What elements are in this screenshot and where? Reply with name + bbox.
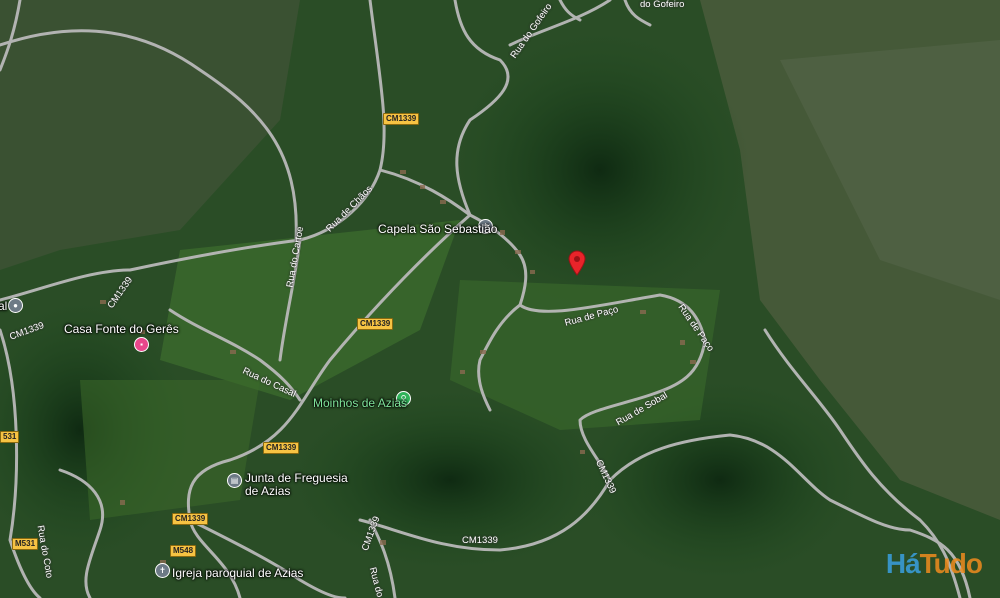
place-label-junta-line2[interactable]: de Azias [245, 484, 290, 498]
brand-part-2: Tudo [919, 548, 983, 579]
road-shield: CM1339 [263, 442, 300, 454]
road-shield: 531 [0, 431, 20, 443]
street-label: do Gofeiro [640, 0, 685, 10]
place-label-capela[interactable]: Capela São Sebastião [378, 222, 497, 236]
location-pin-icon[interactable] [568, 250, 586, 276]
road-shield: M548 [170, 545, 197, 557]
hatudo-watermark: HáTudo [885, 548, 983, 580]
road-shield: M531 [12, 538, 39, 550]
place-label-junta[interactable]: Junta de Freguesia [245, 471, 348, 485]
satellite-map[interactable]: CM1339 CM1339 CM1339 CM1339 M548 M531 53… [0, 0, 1000, 598]
church-icon[interactable]: ✝ [155, 563, 170, 578]
road-shield-label: CM1339 [462, 535, 498, 546]
place-icon[interactable]: ● [8, 298, 23, 313]
city-hall-icon[interactable]: ▤ [227, 473, 242, 488]
lodging-icon[interactable]: ▪ [134, 337, 149, 352]
place-label-casa-fonte[interactable]: Casa Fonte do Gerês [64, 322, 179, 336]
place-label-moinhos[interactable]: Moinhos de Azias [313, 396, 407, 410]
place-label-cut[interactable]: al [0, 299, 7, 313]
road-shield: CM1339 [357, 318, 394, 330]
road-shield: CM1339 [383, 113, 420, 125]
road-shield: CM1339 [172, 513, 209, 525]
brand-part-1: Há [885, 548, 921, 579]
map-terrain [0, 0, 1000, 598]
place-label-igreja[interactable]: Igreja paroquial de Azias [172, 566, 303, 580]
